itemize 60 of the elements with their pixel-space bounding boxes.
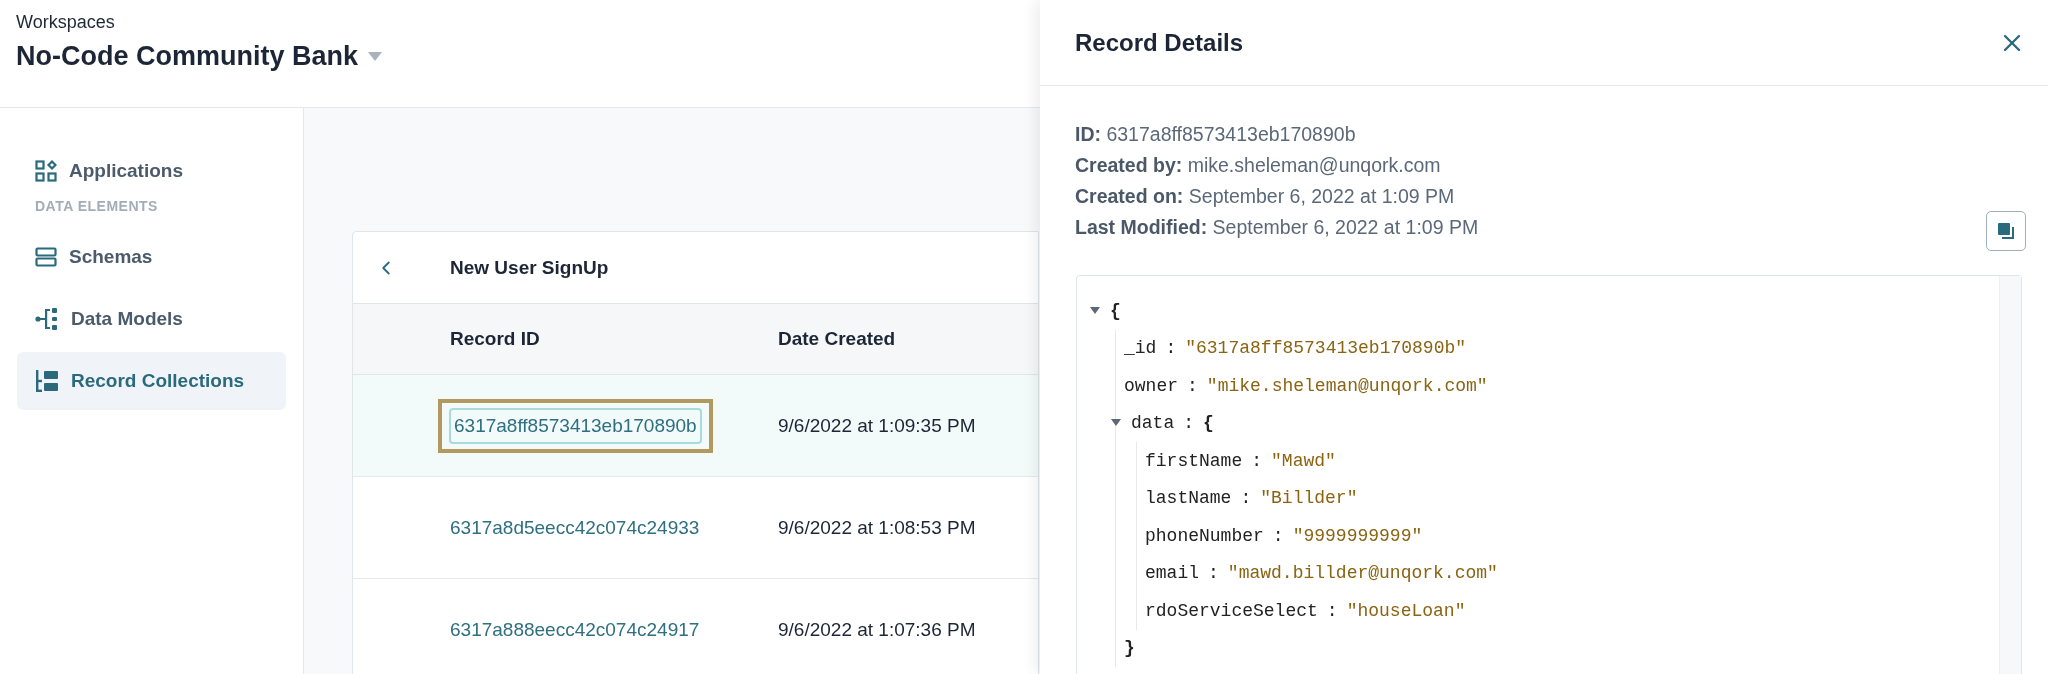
stack-icon — [35, 247, 57, 267]
sidebar-item[interactable]: Data Models — [17, 290, 286, 348]
json-key: _id — [1124, 338, 1157, 359]
sidebar-item-label: Schemas — [69, 246, 153, 268]
table-title: New User SignUp — [450, 256, 610, 279]
date-cell: 9/6/2022 at 1:07:36 PM — [778, 618, 976, 641]
json-key: firstName — [1145, 450, 1243, 471]
table-row[interactable]: 6317a8ff8573413eb170890b 9/6/2022 at 1:09:35 PM — [353, 375, 1038, 477]
info-line: Last Modified: September 6, 2022 at 1:09 PM — [1075, 215, 1479, 240]
sidebar-item[interactable]: Record Collections — [17, 352, 286, 410]
sidebar-item-label: Record Collections — [71, 370, 245, 392]
json-brace: } — [1124, 638, 1135, 659]
json-key: data — [1131, 413, 1175, 434]
info-line: Created by: mike.sheleman@unqork.com — [1075, 153, 1442, 178]
json-brace: { — [1110, 300, 1121, 321]
json-colon: : — [1240, 488, 1252, 509]
sidebar-item-label: Applications — [69, 160, 183, 182]
json-colon: : — [1187, 375, 1198, 396]
json-value: "Billder" — [1260, 488, 1358, 509]
json-value: "9999999999" — [1292, 525, 1423, 546]
json-value: "mike.sheleman@unqork.com" — [1206, 375, 1488, 396]
grid-icon — [35, 160, 57, 182]
workspace-name[interactable]: No-Code Community Bank — [16, 41, 358, 72]
json-key: rdoServiceSelect — [1145, 600, 1318, 621]
json-colon: : — [1183, 413, 1195, 434]
copy-icon — [1996, 221, 2016, 241]
json-colon: : — [1165, 338, 1177, 359]
json-value: "houseLoan" — [1346, 600, 1466, 621]
expand-down-icon[interactable] — [1089, 305, 1101, 316]
sidebar-item[interactable]: Applications — [17, 142, 286, 200]
json-key: email — [1145, 563, 1199, 584]
json-key: phoneNumber — [1145, 525, 1264, 546]
json-colon: : — [1326, 600, 1338, 621]
sidebar-item[interactable]: Schemas — [17, 228, 286, 286]
json-key: lastName — [1145, 488, 1232, 509]
info-line: ID: 6317a8ff8573413eb170890b — [1075, 122, 1357, 147]
json-value: "6317a8ff8573413eb170890b" — [1185, 338, 1467, 359]
panel-title: Record Details — [1075, 28, 1244, 57]
record-id-link[interactable]: 6317a888eecc42c074c24917 — [450, 618, 700, 641]
record-id-link[interactable]: 6317a8d5eecc42c074c24933 — [450, 516, 700, 539]
json-colon: : — [1208, 563, 1219, 584]
nodes-icon — [35, 308, 59, 330]
info-line: Created on: September 6, 2022 at 1:09 PM — [1075, 184, 1456, 209]
section-label: DATA ELEMENTS — [34, 198, 159, 214]
copy-button[interactable] — [1986, 211, 2026, 251]
date-cell: 9/6/2022 at 1:08:53 PM — [778, 516, 976, 539]
json-value: "mawd.billder@unqork.com" — [1227, 563, 1498, 584]
tree-list-icon — [35, 370, 59, 392]
json-value: "Mawd" — [1271, 450, 1336, 471]
json-colon: : — [1272, 525, 1284, 546]
sidebar-item-label: Data Models — [71, 308, 183, 330]
column-header: Record ID — [450, 328, 540, 350]
workspaces-label: Workspaces — [16, 12, 116, 33]
scrollbar[interactable] — [1999, 276, 2021, 674]
column-header: Date Created — [778, 328, 896, 350]
json-colon: : — [1251, 450, 1263, 471]
record-id-link[interactable]: 6317a8ff8573413eb170890b — [449, 407, 702, 444]
json-key: owner — [1124, 375, 1178, 396]
json-brace: { — [1203, 413, 1214, 434]
date-cell: 9/6/2022 at 1:09:35 PM — [778, 414, 976, 437]
